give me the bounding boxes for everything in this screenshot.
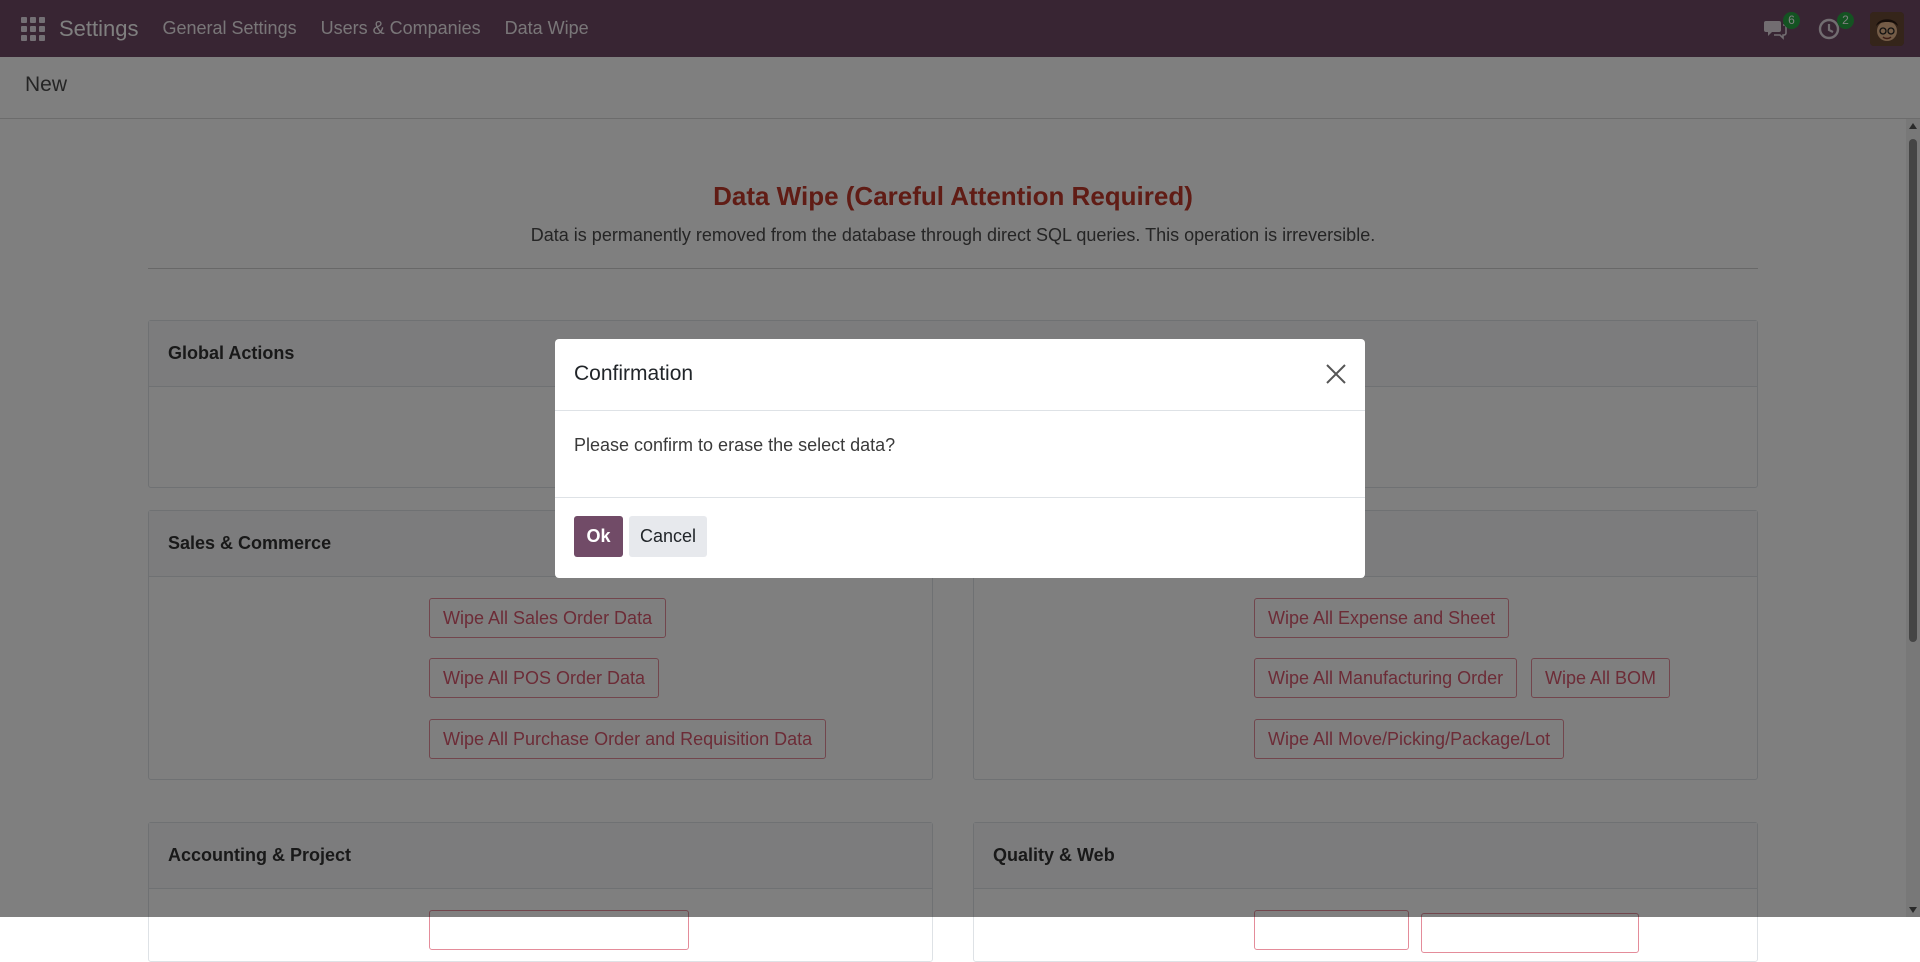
wipe-web-button[interactable] [1421, 913, 1639, 953]
confirmation-dialog: Confirmation Please confirm to erase the… [555, 339, 1365, 578]
cancel-button[interactable]: Cancel [629, 516, 707, 557]
dialog-message: Please confirm to erase the select data? [574, 435, 896, 455]
close-icon[interactable] [1324, 362, 1348, 386]
ok-button[interactable]: Ok [574, 516, 623, 557]
dialog-title: Confirmation [574, 362, 694, 385]
dialog-header: Confirmation [555, 339, 1365, 411]
dialog-footer: Ok Cancel [555, 498, 1365, 578]
dialog-body: Please confirm to erase the select data? [555, 411, 1365, 498]
